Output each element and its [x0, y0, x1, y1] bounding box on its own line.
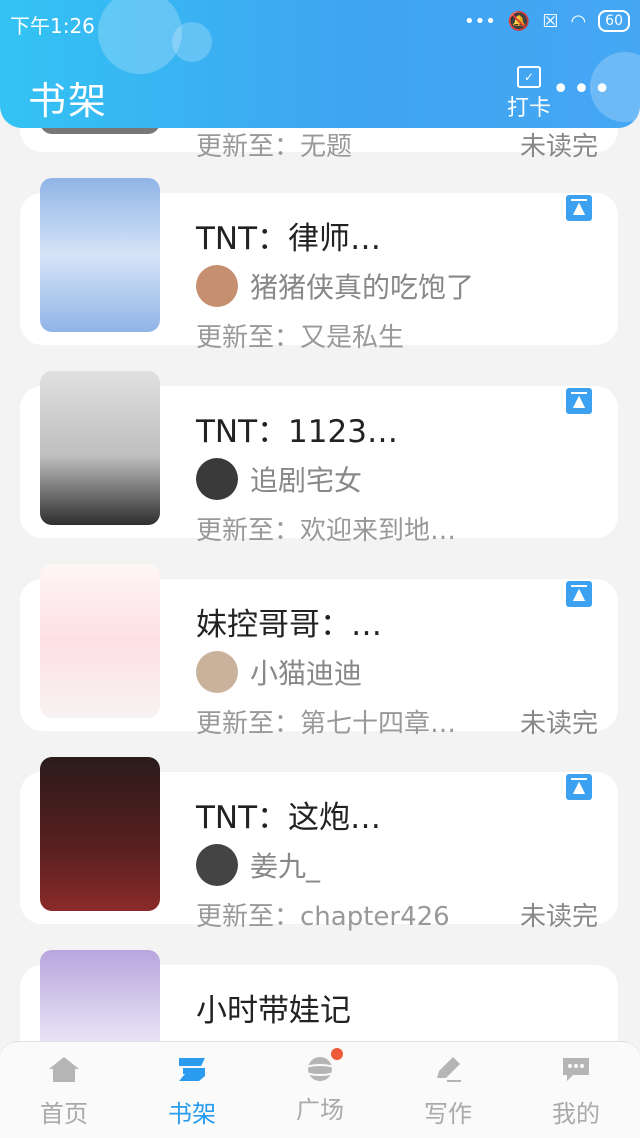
book-card[interactable]: 妹控哥哥：… 小猫迪迪 更新至：第七十四章… 未读完 ▲ — [20, 564, 618, 739]
mute-icon: 🔕 — [507, 10, 531, 32]
nav-label: 我的 — [552, 1100, 600, 1128]
sim-icon: ☒ — [542, 10, 559, 32]
status-icons: ••• 🔕 ☒ ◠ 60 — [464, 10, 630, 32]
read-status: 未读完 — [519, 709, 598, 739]
home-icon — [49, 1057, 79, 1082]
page-title: 书架 — [28, 79, 109, 123]
book-cover — [40, 371, 160, 525]
book-title: 小时带娃记 — [196, 993, 351, 1029]
status-time: 下午1:26 — [10, 14, 95, 38]
book-card[interactable]: TNT：这炮… 姜九_ 更新至：chapter426 未读完 ▲ — [20, 757, 618, 932]
nav-me[interactable]: 我的 — [512, 1042, 640, 1138]
book-title: TNT：律师… — [196, 221, 382, 257]
book-update: 更新至：无题 — [196, 132, 353, 162]
author-name: 小猫迪迪 — [250, 657, 363, 690]
book-update: 更新至：又是私生 — [196, 323, 405, 353]
book-cover — [40, 178, 160, 332]
book-author: 姜九_ — [196, 844, 320, 886]
author-name: 姜九_ — [250, 850, 321, 883]
book-card[interactable]: TNT：律师… 猪猪侠真的吃饱了 更新至：又是私生 ▲ — [20, 178, 618, 353]
nav-home[interactable]: 首页 — [0, 1042, 128, 1138]
author-name: 追剧宅女 — [250, 464, 363, 497]
nav-label: 广场 — [296, 1096, 344, 1124]
book-update: 更新至：欢迎来到地… — [196, 516, 457, 546]
battery-icon: 60 — [598, 10, 630, 32]
nav-label: 写作 — [424, 1100, 472, 1128]
read-status: 未读完 — [519, 902, 598, 932]
checkin-button[interactable]: ✓ 打卡 — [500, 66, 558, 122]
book-author: 小猫迪迪 — [196, 651, 362, 693]
book-card[interactable]: TNT：1123… 追剧宅女 更新至：欢迎来到地… ▲ — [20, 371, 618, 546]
pin-top-icon[interactable]: ▲ — [566, 774, 592, 800]
book-title: TNT：1123… — [196, 414, 398, 450]
bookshelf-icon — [179, 1058, 205, 1081]
pen-icon — [437, 1057, 461, 1082]
read-status: 未读完 — [519, 132, 598, 162]
book-title: TNT：这炮… — [196, 800, 382, 836]
book-update: 更新至：chapter426 — [196, 902, 450, 932]
nav-plaza[interactable]: 广场 — [256, 1042, 384, 1138]
book-cover — [40, 564, 160, 718]
more-menu-icon[interactable]: ••• — [552, 75, 614, 105]
book-cover — [40, 757, 160, 911]
book-title: 妹控哥哥：… — [196, 607, 382, 643]
planet-icon — [302, 1048, 343, 1084]
wifi-icon: ◠ — [570, 10, 587, 32]
nav-label: 首页 — [40, 1100, 88, 1128]
pin-top-icon[interactable]: ▲ — [566, 581, 592, 607]
nav-label: 书架 — [168, 1100, 216, 1128]
calendar-check-icon: ✓ — [517, 66, 541, 88]
pin-top-icon[interactable]: ▲ — [566, 195, 592, 221]
pin-top-icon[interactable]: ▲ — [566, 388, 592, 414]
avatar — [196, 651, 238, 693]
bottom-nav: 首页 书架 广场 写作 我的 — [0, 1041, 640, 1138]
avatar — [196, 844, 238, 886]
nav-bookshelf[interactable]: 书架 — [128, 1042, 256, 1138]
book-author: 追剧宅女 — [196, 458, 362, 500]
nav-write[interactable]: 写作 — [384, 1042, 512, 1138]
author-name: 猪猪侠真的吃饱了 — [250, 271, 475, 304]
notification-badge — [331, 1048, 343, 1060]
avatar — [196, 265, 238, 307]
chat-icon — [563, 1058, 589, 1081]
more-notifications-icon: ••• — [464, 10, 496, 32]
checkin-label: 打卡 — [506, 96, 551, 121]
avatar — [196, 458, 238, 500]
book-update: 更新至：第七十四章… — [196, 709, 457, 739]
app-header: 下午1:26 ••• 🔕 ☒ ◠ 60 书架 ✓ 打卡 ••• — [0, 0, 640, 128]
book-author: 猪猪侠真的吃饱了 — [196, 265, 474, 307]
